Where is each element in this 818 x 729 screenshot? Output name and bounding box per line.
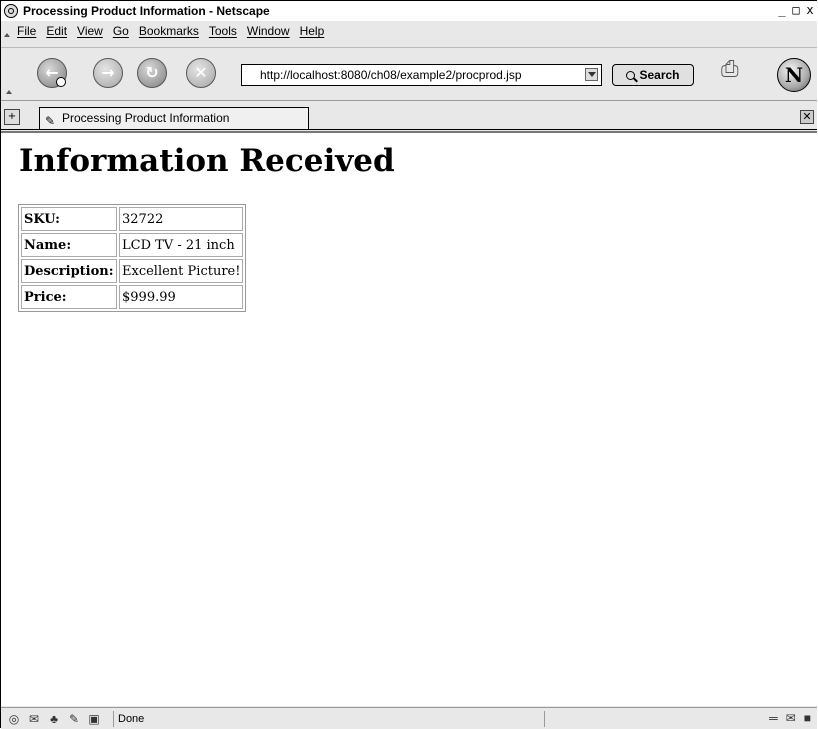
status-text: Done bbox=[113, 710, 545, 727]
address-book-icon[interactable]: ▣ bbox=[87, 712, 101, 726]
menu-tools[interactable]: Tools bbox=[209, 24, 237, 38]
url-text: http://localhost:8080/ch08/example2/proc… bbox=[260, 68, 522, 82]
close-tab-icon[interactable]: ✕ bbox=[800, 110, 814, 124]
search-button-label: Search bbox=[639, 68, 680, 82]
sku-value: 32722 bbox=[119, 207, 244, 231]
back-history-dropdown-icon[interactable] bbox=[56, 77, 66, 87]
sku-label: SKU: bbox=[21, 207, 117, 231]
menu-window[interactable]: Window bbox=[247, 24, 290, 38]
name-label: Name: bbox=[21, 233, 117, 257]
table-row: Description: Excellent Picture! bbox=[21, 259, 244, 283]
menubar-grip-icon[interactable] bbox=[3, 23, 11, 39]
back-button[interactable]: ← bbox=[37, 58, 67, 88]
menu-bar: File Edit View Go Bookmarks Tools Window… bbox=[1, 21, 817, 41]
description-value: Excellent Picture! bbox=[119, 259, 244, 283]
title-bar: Processing Product Information - Netscap… bbox=[1, 1, 817, 21]
page-icon: ✎ bbox=[45, 114, 56, 128]
stop-icon: ✕ bbox=[194, 63, 208, 82]
print-icon[interactable]: ⎙ bbox=[721, 58, 751, 82]
page-heading: Information Received bbox=[19, 143, 395, 179]
security-lock-icon[interactable]: ■ bbox=[804, 711, 811, 725]
reload-icon: ↻ bbox=[145, 63, 159, 82]
product-info-table: SKU: 32722 Name: LCD TV - 21 inch Descri… bbox=[18, 204, 247, 312]
mail-icon[interactable]: ✉ bbox=[27, 712, 41, 726]
table-row: Name: LCD TV - 21 inch bbox=[21, 233, 244, 257]
menu-bookmarks[interactable]: Bookmarks bbox=[139, 24, 199, 38]
netscape-app-icon bbox=[4, 4, 18, 18]
page-content: Information Received SKU: 32722 Name: LC… bbox=[1, 131, 817, 706]
forward-button[interactable]: → bbox=[93, 58, 123, 88]
navigation-toolbar: ← → ↻ ✕ http://localhost:8080/ch08/examp… bbox=[1, 47, 817, 101]
online-status-icon[interactable]: ═ bbox=[769, 711, 778, 725]
window-title: Processing Product Information - Netscap… bbox=[23, 4, 270, 18]
url-field[interactable]: http://localhost:8080/ch08/example2/proc… bbox=[241, 64, 602, 86]
minimize-button[interactable]: _ bbox=[775, 4, 789, 18]
navigator-icon[interactable]: ◎ bbox=[7, 712, 21, 726]
tab-label: Processing Product Information bbox=[62, 111, 230, 125]
maximize-button[interactable]: □ bbox=[789, 4, 803, 18]
table-row: Price: $999.99 bbox=[21, 285, 244, 309]
price-label: Price: bbox=[21, 285, 117, 309]
name-value: LCD TV - 21 inch bbox=[119, 233, 244, 257]
status-bar: ◎ ✉ ♣ ✎ ▣ Done ═ ✉ ■ bbox=[1, 707, 817, 729]
menu-view[interactable]: View bbox=[77, 24, 103, 38]
window-controls: _ □ x bbox=[775, 4, 817, 18]
close-window-button[interactable]: x bbox=[803, 4, 817, 18]
composer-icon[interactable]: ✎ bbox=[67, 712, 81, 726]
table-row: SKU: 32722 bbox=[21, 207, 244, 231]
menu-help[interactable]: Help bbox=[300, 24, 325, 38]
search-icon bbox=[626, 70, 636, 80]
forward-arrow-icon: → bbox=[101, 63, 115, 82]
chat-icon[interactable]: ♣ bbox=[47, 712, 61, 726]
stop-button[interactable]: ✕ bbox=[186, 58, 216, 88]
price-value: $999.99 bbox=[119, 285, 244, 309]
url-history-dropdown-icon[interactable] bbox=[585, 68, 598, 81]
menu-file[interactable]: File bbox=[17, 24, 36, 38]
toolbar-grip-icon[interactable] bbox=[5, 80, 13, 96]
description-label: Description: bbox=[21, 259, 117, 283]
search-button[interactable]: Search bbox=[612, 64, 694, 86]
menu-go[interactable]: Go bbox=[113, 24, 129, 38]
reload-button[interactable]: ↻ bbox=[137, 58, 167, 88]
browser-window: Processing Product Information - Netscap… bbox=[0, 0, 817, 729]
menu-edit[interactable]: Edit bbox=[46, 24, 67, 38]
new-tab-icon[interactable]: + bbox=[4, 109, 20, 125]
netscape-throbber-icon[interactable]: N bbox=[777, 58, 811, 92]
tab-processing-product-information[interactable]: ✎ Processing Product Information bbox=[39, 107, 309, 129]
status-indicators: ═ ✉ ■ bbox=[769, 711, 811, 725]
tab-bar: + ✎ Processing Product Information ✕ bbox=[1, 105, 817, 130]
popup-blocked-icon[interactable]: ✉ bbox=[786, 711, 796, 725]
